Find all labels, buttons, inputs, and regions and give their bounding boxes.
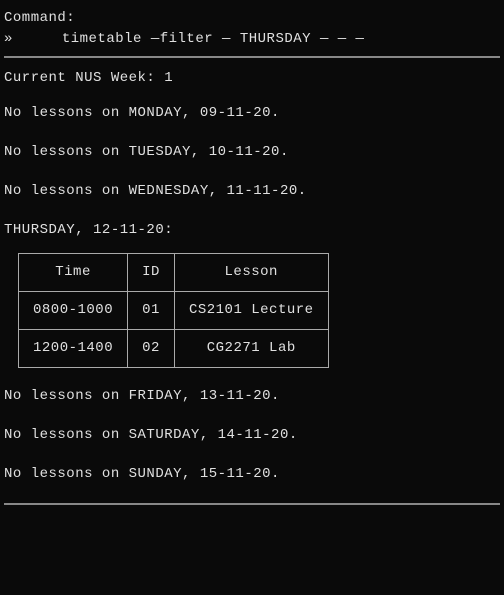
col-id: ID [128,254,175,292]
cell-id: 02 [128,330,175,368]
no-lesson-wed: No lessons on WEDNESDAY, 11-11-20. [4,181,500,202]
timetable: Time ID Lesson 0800-1000 01 CS2101 Lectu… [18,253,329,368]
no-lesson-sat: No lessons on SATURDAY, 14-11-20. [4,425,500,446]
command-section: Command: » timetable —filter — THURSDAY … [4,8,500,50]
divider-bottom [4,503,500,505]
cell-time: 1200-1400 [19,330,128,368]
no-lesson-fri: No lessons on FRIDAY, 13-11-20. [4,386,500,407]
timetable-wrapper: Time ID Lesson 0800-1000 01 CS2101 Lectu… [4,249,500,386]
command-label: Command: [4,8,500,29]
thursday-header: THURSDAY, 12-11-20: [4,220,500,241]
command-text: timetable —filter — THURSDAY — — — [62,31,365,47]
no-lesson-mon: No lessons on MONDAY, 09-11-20. [4,103,500,124]
week-line: Current NUS Week: 1 [4,68,500,89]
cell-id: 01 [128,292,175,330]
command-line[interactable]: » timetable —filter — THURSDAY — — — [4,29,500,50]
table-row: 1200-1400 02 CG2271 Lab [19,330,329,368]
divider-top [4,56,500,58]
table-header-row: Time ID Lesson [19,254,329,292]
table-row: 0800-1000 01 CS2101 Lecture [19,292,329,330]
col-lesson: Lesson [174,254,328,292]
col-time: Time [19,254,128,292]
command-prompt: » [4,31,13,47]
no-lesson-sun: No lessons on SUNDAY, 15-11-20. [4,464,500,485]
cell-lesson: CS2101 Lecture [174,292,328,330]
no-lesson-tue: No lessons on TUESDAY, 10-11-20. [4,142,500,163]
cell-time: 0800-1000 [19,292,128,330]
cell-lesson: CG2271 Lab [174,330,328,368]
